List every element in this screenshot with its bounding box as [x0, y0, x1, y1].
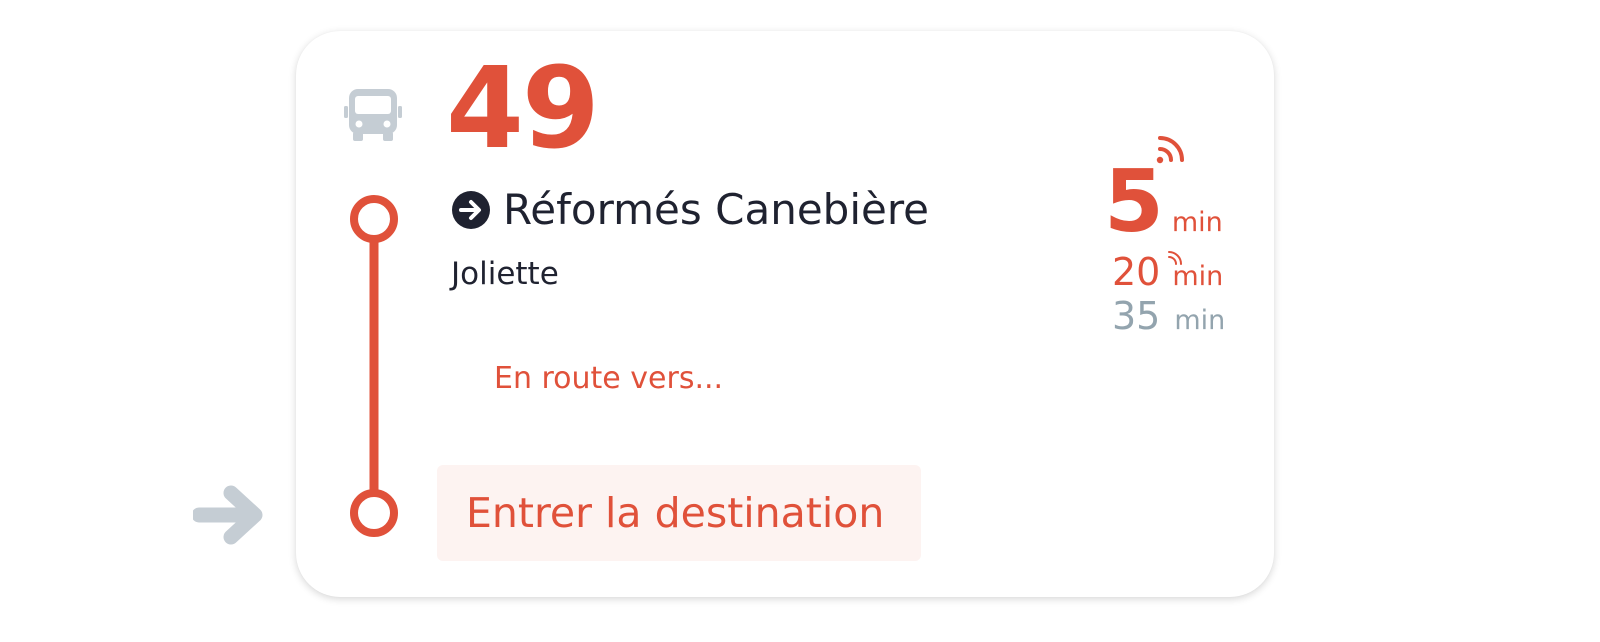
route-line-diagram [350, 195, 398, 537]
departure-unit: min [1174, 305, 1226, 336]
departure-minutes: 5 [1104, 152, 1164, 252]
departure-unit: min [1171, 207, 1223, 238]
stop-name: Joliette [451, 256, 559, 292]
next-departure: 5 min [1104, 159, 1223, 245]
stop-marker-current [350, 195, 398, 243]
departure-card[interactable]: 49 Réformés Canebière Joliette En route … [296, 31, 1274, 597]
direction-name: Réformés Canebière [503, 185, 930, 234]
en-route-label: En route vers... [494, 361, 724, 396]
stage: 49 Réformés Canebière Joliette En route … [0, 0, 1600, 642]
arrow-right-icon [193, 485, 263, 545]
line-number: 49 [446, 44, 600, 174]
departure-minutes: 20 [1112, 250, 1161, 294]
bus-icon [344, 89, 402, 141]
departure-times: 5 min 20 min 35 min [1084, 131, 1244, 351]
second-departure: 20 min [1112, 253, 1223, 292]
departure-unit: min [1172, 261, 1224, 292]
departure-minutes: 35 [1112, 294, 1161, 338]
third-departure: 35 min [1112, 297, 1225, 336]
direction-row: Réformés Canebière [451, 189, 929, 231]
enter-destination-button[interactable]: Entrer la destination [437, 465, 921, 561]
arrow-circle-right-icon [452, 191, 490, 229]
stop-marker-destination [350, 489, 398, 537]
